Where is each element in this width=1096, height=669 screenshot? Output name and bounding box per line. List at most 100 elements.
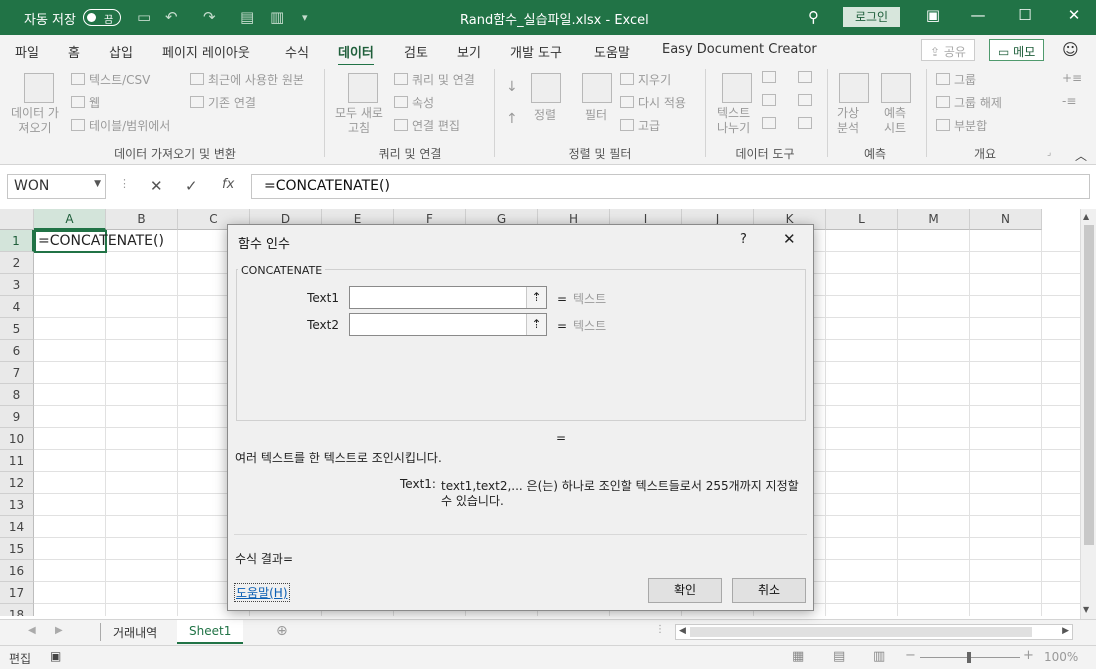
row-header-14[interactable]: 14 (0, 516, 34, 538)
what-if-analysis-button[interactable]: 가상 분석 (837, 106, 859, 136)
name-box[interactable]: WON ▼ (7, 174, 106, 199)
cell-a1[interactable]: =CONCATENATE() (34, 230, 164, 253)
row-header-11[interactable]: 11 (0, 450, 34, 472)
existing-connections-button[interactable]: 기존 연결 (190, 94, 256, 111)
refresh-all-button[interactable]: 모두 새로 고침 (335, 106, 383, 136)
flash-fill-icon[interactable] (762, 71, 780, 85)
collapse-ribbon-icon[interactable]: ︿ (1075, 147, 1087, 164)
tab-review[interactable]: 검토 (404, 42, 428, 61)
row-header-16[interactable]: 16 (0, 560, 34, 582)
sort-ascending-icon[interactable]: ↓ (506, 79, 518, 95)
select-all-corner[interactable] (0, 209, 34, 230)
get-data-button[interactable]: 데이터 가 져오기 (11, 106, 59, 136)
sheet-tab-transactions[interactable]: 거래내역 (101, 620, 169, 644)
row-header-9[interactable]: 9 (0, 406, 34, 428)
row-header-17[interactable]: 17 (0, 582, 34, 604)
reapply-button[interactable]: 다시 적용 (620, 94, 686, 111)
column-header-n[interactable]: N (970, 209, 1042, 230)
edit-links-button[interactable]: 연결 편집 (394, 117, 460, 134)
vertical-scrollbar[interactable]: ▲ ▼ (1080, 209, 1096, 619)
column-header-a[interactable]: A (34, 209, 106, 230)
tab-view[interactable]: 보기 (457, 42, 481, 61)
dialog-close-icon[interactable]: ✕ (783, 230, 796, 248)
subtotal-button[interactable]: 부분합 (936, 117, 987, 134)
search-icon[interactable]: ⚲ (808, 8, 819, 26)
row-header-10[interactable]: 10 (0, 428, 34, 450)
from-table-range-button[interactable]: 테이블/범위에서 (71, 117, 170, 134)
row-header-7[interactable]: 7 (0, 362, 34, 384)
collapse-dialog-icon[interactable]: ⇡ (526, 287, 546, 308)
undo-icon[interactable]: ↶ (165, 8, 178, 26)
share-button[interactable]: ⇪ 공유 (921, 39, 975, 61)
add-sheet-icon[interactable]: ⊕ (276, 623, 288, 639)
scroll-left-icon[interactable]: ◀ (679, 626, 686, 636)
maximize-icon[interactable]: ☐ (1013, 6, 1037, 28)
zoom-level[interactable]: 100% (1044, 650, 1078, 664)
forecast-sheet-button[interactable]: 예측 시트 (884, 106, 906, 136)
from-web-button[interactable]: 웹 (71, 94, 100, 111)
sort-button[interactable]: 정렬 (534, 106, 556, 123)
layout-icon[interactable]: ▥ (270, 8, 284, 26)
scroll-up-icon[interactable]: ▲ (1083, 212, 1089, 221)
row-header-8[interactable]: 8 (0, 384, 34, 406)
ok-button[interactable]: 확인 (648, 578, 722, 603)
relationships-icon[interactable] (798, 94, 816, 108)
memo-button[interactable]: ▭ 메모 (989, 39, 1045, 61)
save-icon[interactable]: ▭ (137, 8, 151, 26)
scroll-thumb[interactable] (1084, 225, 1094, 545)
ribbon-display-icon[interactable]: ▣ (921, 6, 945, 28)
row-header-3[interactable]: 3 (0, 274, 34, 296)
filter-button[interactable]: 필터 (585, 106, 607, 123)
help-link[interactable]: 도움말(H) (234, 583, 290, 602)
hide-detail-icon[interactable]: -≡ (1062, 94, 1076, 108)
tab-data[interactable]: 데이터 (338, 42, 374, 67)
scroll-tabs-right-icon[interactable]: ▶ (55, 625, 63, 636)
show-detail-icon[interactable]: +≡ (1062, 71, 1082, 85)
row-header-15[interactable]: 15 (0, 538, 34, 560)
arg-input-text2[interactable]: ⇡ (349, 313, 547, 336)
login-button[interactable]: 로그인 (843, 7, 900, 27)
scroll-down-icon[interactable]: ▼ (1083, 605, 1089, 614)
redo-icon[interactable]: ↷ (203, 8, 216, 26)
from-text-csv-button[interactable]: 텍스트/CSV (71, 71, 150, 88)
row-header-13[interactable]: 13 (0, 494, 34, 516)
macro-record-icon[interactable]: ▣ (50, 649, 61, 663)
zoom-slider-thumb[interactable] (967, 652, 971, 663)
column-header-l[interactable]: L (826, 209, 898, 230)
tab-help[interactable]: 도움말 (594, 42, 630, 61)
split-handle-icon[interactable]: ⋮ (655, 624, 665, 635)
zoom-out-icon[interactable]: − (905, 648, 916, 663)
minimize-icon[interactable]: — (966, 6, 990, 28)
remove-duplicates-icon[interactable] (762, 94, 780, 108)
row-header-4[interactable]: 4 (0, 296, 34, 318)
horizontal-scrollbar[interactable]: ◀ ▶ (675, 624, 1073, 640)
customize-qat-icon[interactable]: ▾ (302, 11, 308, 24)
feedback-smiley-icon[interactable]: ☺ (1062, 40, 1079, 59)
clear-filter-button[interactable]: 지우기 (620, 71, 671, 88)
row-header-12[interactable]: 12 (0, 472, 34, 494)
tab-insert[interactable]: 삽입 (109, 42, 133, 61)
insert-function-icon[interactable]: fx (222, 177, 234, 192)
tab-easy-document-creator[interactable]: Easy Document Creator (662, 42, 817, 57)
consolidate-icon[interactable] (798, 71, 816, 85)
data-validation-icon[interactable] (762, 117, 780, 131)
sort-descending-icon[interactable]: ↑ (506, 111, 518, 127)
sheet-tab-sheet1[interactable]: Sheet1 (177, 620, 244, 644)
tab-formulas[interactable]: 수식 (285, 42, 309, 61)
arg-input-text1[interactable]: ⇡ (349, 286, 547, 309)
tab-file[interactable]: 파일 (15, 42, 39, 61)
hscroll-thumb[interactable] (690, 627, 1032, 637)
tab-page-layout[interactable]: 페이지 레이아웃 (162, 42, 250, 61)
properties-button[interactable]: 속성 (394, 94, 434, 111)
cancel-icon[interactable]: ✕ (150, 177, 163, 195)
formula-input[interactable]: =CONCATENATE() (251, 174, 1090, 199)
form-icon[interactable]: ▤ (240, 8, 254, 26)
autosave-toggle[interactable]: 끔 (83, 9, 121, 26)
recent-sources-button[interactable]: 최근에 사용한 원본 (190, 71, 304, 88)
page-layout-view-icon[interactable]: ▤ (833, 649, 845, 664)
row-header-5[interactable]: 5 (0, 318, 34, 340)
group-button[interactable]: 그룹 (936, 71, 976, 88)
normal-view-icon[interactable]: ▦ (792, 649, 804, 664)
queries-connections-button[interactable]: 쿼리 및 연결 (394, 71, 475, 88)
column-header-b[interactable]: B (106, 209, 178, 230)
